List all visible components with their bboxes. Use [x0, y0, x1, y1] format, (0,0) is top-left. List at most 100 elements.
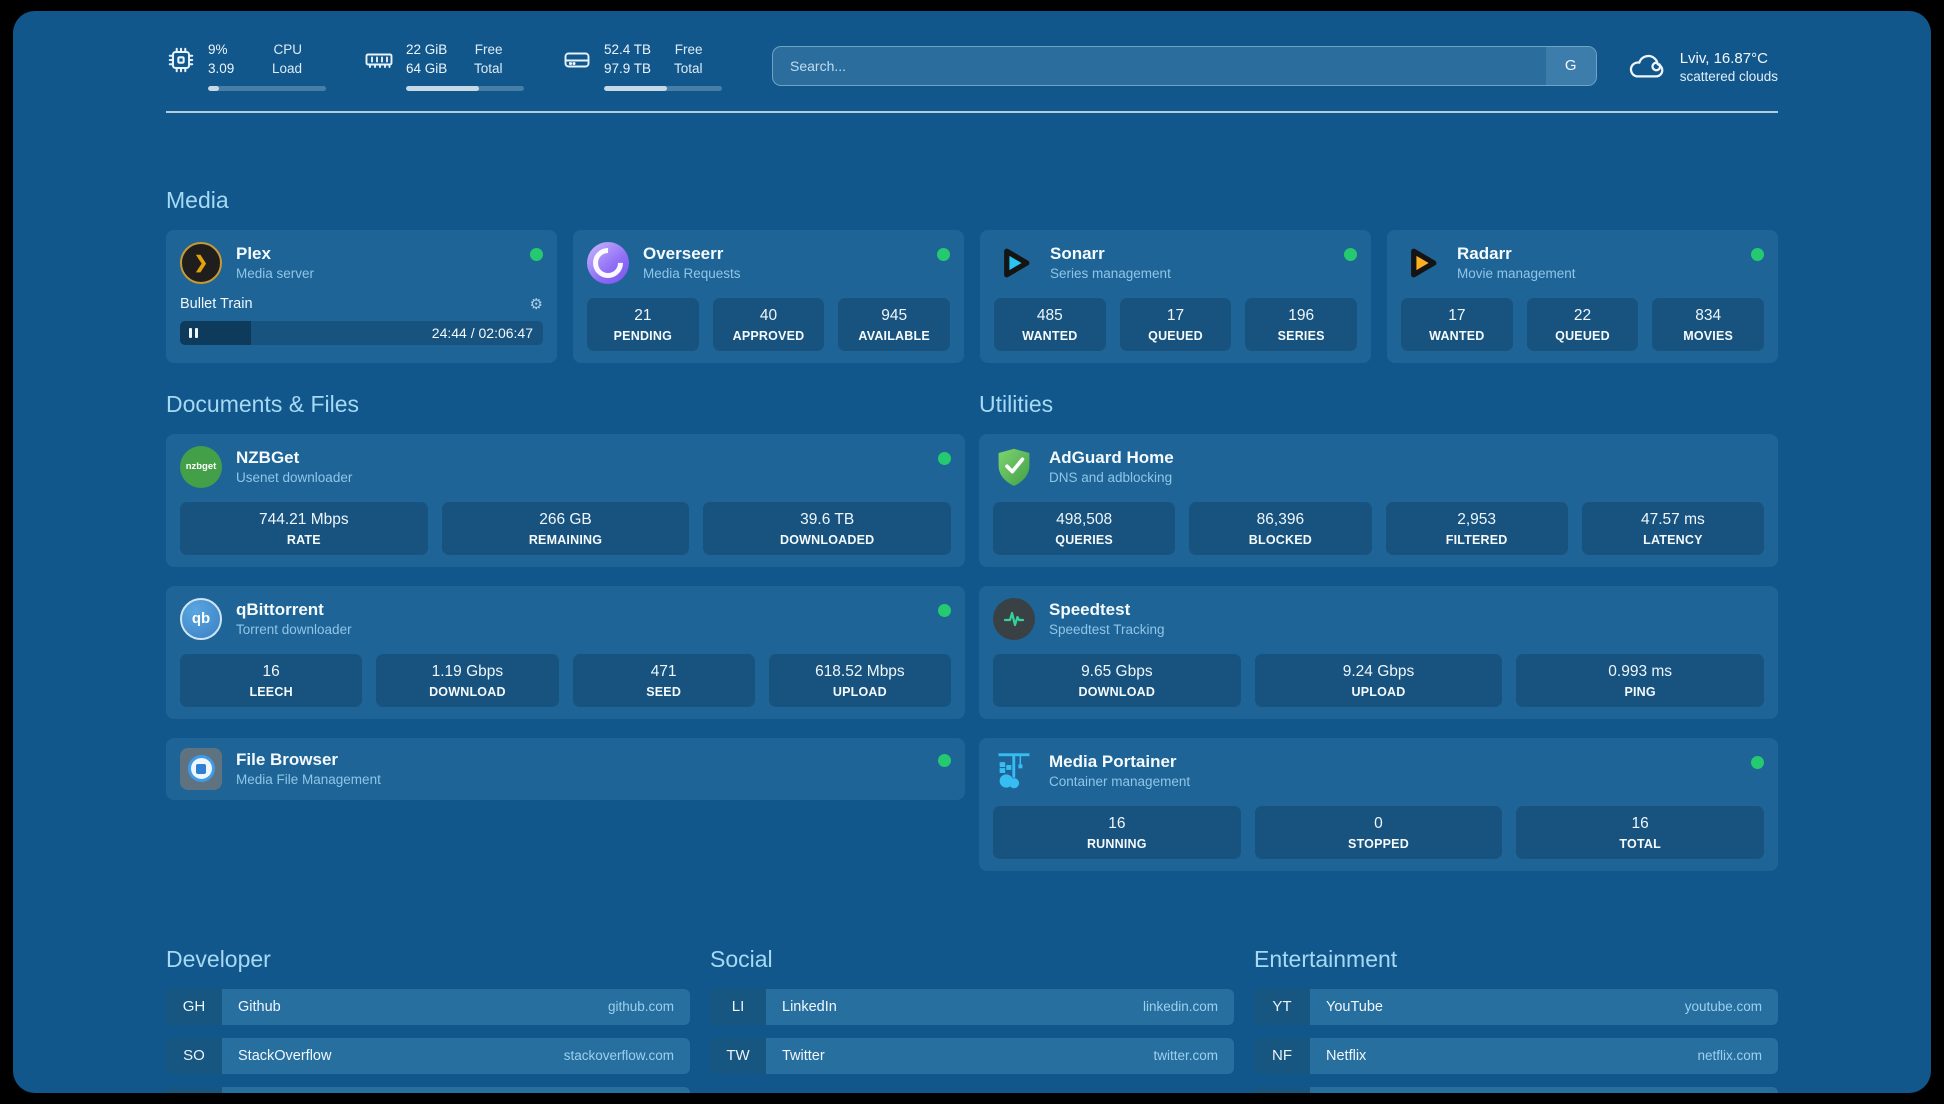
bookmark-dev[interactable]: DT DEV dev.to — [166, 1087, 690, 1093]
qbittorrent-icon: qb — [180, 598, 222, 640]
stat-tile: 0STOPPED — [1255, 806, 1503, 859]
speedtest-card[interactable]: Speedtest Speedtest Tracking 9.65 GbpsDO… — [979, 586, 1778, 719]
bookmark-netflix[interactable]: NF Netflix netflix.com — [1254, 1038, 1778, 1074]
portainer-icon — [993, 750, 1035, 792]
stat-tile: 2,953FILTERED — [1386, 502, 1568, 555]
weather-location-temp: Lviv, 16.87°C — [1680, 48, 1778, 70]
bookmark-abbr: GH — [166, 989, 222, 1025]
sonarr-title: Sonarr — [1050, 244, 1171, 264]
bookmark-url: stackoverflow.com — [564, 1048, 674, 1063]
nzbget-card[interactable]: nzbget NZBGet Usenet downloader 744.21 M… — [166, 434, 965, 567]
stat-tile: 618.52 MbpsUPLOAD — [769, 654, 951, 707]
social-section-title: Social — [710, 946, 1234, 973]
overseerr-card[interactable]: Overseerr Media Requests 21PENDING 40APP… — [573, 230, 964, 363]
nzbget-title: NZBGet — [236, 448, 352, 468]
speedtest-title: Speedtest — [1049, 600, 1165, 620]
radarr-subtitle: Movie management — [1457, 266, 1576, 281]
bookmark-linkedin[interactable]: LI LinkedIn linkedin.com — [710, 989, 1234, 1025]
bookmark-name: LinkedIn — [782, 999, 837, 1015]
nzbget-subtitle: Usenet downloader — [236, 470, 352, 485]
social-group: Social LI LinkedIn linkedin.com TW Twitt… — [710, 946, 1234, 1093]
overseerr-subtitle: Media Requests — [643, 266, 741, 281]
adguard-card[interactable]: AdGuard Home DNS and adblocking 498,508Q… — [979, 434, 1778, 567]
cpu-label: CPU — [272, 41, 302, 60]
disk-total-label: Total — [674, 60, 703, 79]
dashboard: 9% 3.09 CPU Load — [13, 11, 1931, 1093]
stat-tile: 945AVAILABLE — [838, 298, 950, 351]
developer-section-title: Developer — [166, 946, 690, 973]
bookmark-abbr: NF — [1254, 1038, 1310, 1074]
disk-stat: 52.4 TB 97.9 TB Free Total — [562, 41, 722, 91]
utilities-section-title: Utilities — [979, 391, 1778, 418]
stat-tile: 471SEED — [573, 654, 755, 707]
stat-tile: 22QUEUED — [1527, 298, 1639, 351]
radarr-card[interactable]: Radarr Movie management 17WANTED 22QUEUE… — [1387, 230, 1778, 363]
search-input[interactable] — [773, 47, 1546, 85]
bookmark-reddit[interactable]: RE Reddit reddit.com — [1254, 1087, 1778, 1093]
bookmark-url: linkedin.com — [1143, 999, 1218, 1014]
bookmark-youtube[interactable]: YT YouTube youtube.com — [1254, 989, 1778, 1025]
documents-column: Documents & Files nzbget NZBGet Usenet d… — [166, 391, 965, 890]
system-stats: 9% 3.09 CPU Load — [166, 41, 722, 91]
media-section: Media ❯ Plex Media server Bullet Train — [166, 187, 1778, 363]
weather-condition: scattered clouds — [1680, 69, 1778, 84]
portainer-subtitle: Container management — [1049, 774, 1190, 789]
qbittorrent-subtitle: Torrent downloader — [236, 622, 352, 637]
sonarr-icon — [994, 242, 1036, 284]
cpu-stat: 9% 3.09 CPU Load — [166, 41, 326, 91]
nzbget-status-dot — [938, 452, 951, 465]
qbittorrent-card[interactable]: qb qBittorrent Torrent downloader 16LEEC… — [166, 586, 965, 719]
stat-tile: 21PENDING — [587, 298, 699, 351]
search-bar: G — [772, 46, 1597, 86]
filebrowser-status-dot — [938, 754, 951, 767]
disk-total: 97.9 TB — [604, 60, 662, 79]
plex-status-dot — [530, 248, 543, 261]
stat-tile: 834MOVIES — [1652, 298, 1764, 351]
stat-tile: 9.65 GbpsDOWNLOAD — [993, 654, 1241, 707]
stat-tile: 16TOTAL — [1516, 806, 1764, 859]
stat-tile: 196SERIES — [1245, 298, 1357, 351]
memory-total: 64 GiB — [406, 60, 462, 79]
stat-tile: 485WANTED — [994, 298, 1106, 351]
overseerr-status-dot — [937, 248, 950, 261]
documents-section-title: Documents & Files — [166, 391, 965, 418]
stat-tile: 0.993 msPING — [1516, 654, 1764, 707]
header-divider — [166, 111, 1778, 113]
playback-progress-bar: 24:44 / 02:06:47 — [180, 321, 543, 345]
search-engine-button[interactable]: G — [1546, 47, 1596, 85]
bookmark-abbr: LI — [710, 989, 766, 1025]
memory-free: 22 GiB — [406, 41, 462, 60]
bookmark-name: StackOverflow — [238, 1048, 331, 1064]
plex-icon: ❯ — [180, 242, 222, 284]
bookmark-url: netflix.com — [1697, 1048, 1762, 1063]
stat-tile: 47.57 msLATENCY — [1582, 502, 1764, 555]
portainer-title: Media Portainer — [1049, 752, 1190, 772]
stat-tile: 39.6 TBDOWNLOADED — [703, 502, 951, 555]
disk-free: 52.4 TB — [604, 41, 662, 60]
bookmark-github[interactable]: GH Github github.com — [166, 989, 690, 1025]
bookmark-twitter[interactable]: TW Twitter twitter.com — [710, 1038, 1234, 1074]
memory-stat: 22 GiB 64 GiB Free Total — [364, 41, 524, 91]
entertainment-section-title: Entertainment — [1254, 946, 1778, 973]
qbittorrent-status-dot — [938, 604, 951, 617]
adguard-title: AdGuard Home — [1049, 448, 1174, 468]
filebrowser-subtitle: Media File Management — [236, 772, 381, 787]
bookmark-stackoverflow[interactable]: SO StackOverflow stackoverflow.com — [166, 1038, 690, 1074]
bookmark-url: github.com — [608, 999, 674, 1014]
filebrowser-card[interactable]: File Browser Media File Management — [166, 738, 965, 800]
now-playing-title: Bullet Train — [180, 296, 253, 312]
stream-settings-icon[interactable]: ⚙ — [530, 295, 543, 313]
sonarr-card[interactable]: Sonarr Series management 485WANTED 17QUE… — [980, 230, 1371, 363]
plex-card[interactable]: ❯ Plex Media server Bullet Train ⚙ — [166, 230, 557, 363]
nzbget-icon: nzbget — [180, 446, 222, 488]
sonarr-subtitle: Series management — [1050, 266, 1171, 281]
stat-tile: 266 GBREMAINING — [442, 502, 690, 555]
pause-icon[interactable] — [189, 328, 198, 338]
header: 9% 3.09 CPU Load — [166, 41, 1778, 91]
stat-tile: 16RUNNING — [993, 806, 1241, 859]
overseerr-title: Overseerr — [643, 244, 741, 264]
bookmark-abbr: YT — [1254, 989, 1310, 1025]
speedtest-icon — [993, 598, 1035, 640]
bookmark-name: Twitter — [782, 1048, 825, 1064]
portainer-card[interactable]: Media Portainer Container management 16R… — [979, 738, 1778, 871]
